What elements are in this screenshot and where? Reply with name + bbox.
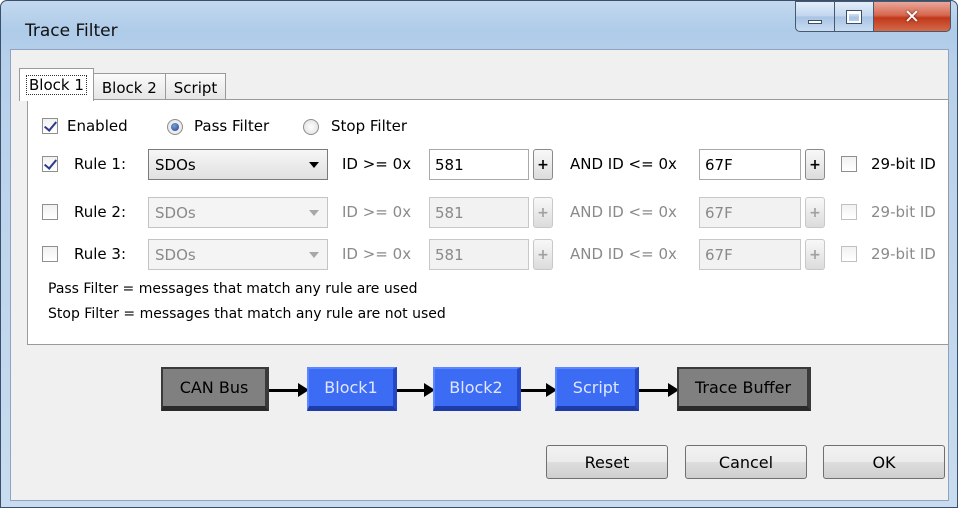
rule-2-ge-input[interactable]: 581 <box>429 197 529 228</box>
rule-1-type-select[interactable]: SDOs <box>148 149 328 180</box>
rule-2-le-input[interactable]: 67F <box>699 197 801 228</box>
tab-label: Block 2 <box>101 78 157 97</box>
rule-1-le-plus-button[interactable]: + <box>805 149 825 180</box>
enabled-label: Enabled <box>67 117 128 135</box>
rule-2-le-plus-button[interactable]: + <box>805 197 825 228</box>
pipeline-stage-script[interactable]: Script <box>555 367 639 411</box>
maximize-icon <box>846 9 862 24</box>
tab-label: Script <box>173 78 218 97</box>
tab-script[interactable]: Script <box>164 73 227 101</box>
rule-2-checkbox[interactable] <box>42 204 58 220</box>
rule-2-type-select[interactable]: SDOs <box>148 197 328 228</box>
rule-2-le-value: 67F <box>705 203 733 222</box>
rule-1-le-label: AND ID <= 0x <box>570 155 677 173</box>
maximize-button[interactable] <box>834 1 874 32</box>
minimize-button[interactable] <box>795 1 835 32</box>
pass-filter-label: Pass Filter <box>194 117 270 135</box>
tab-block-1[interactable]: Block 1 <box>19 68 94 101</box>
title-bar[interactable]: Trace Filter ✕ <box>1 1 957 49</box>
rule-2-type-value: SDOs <box>155 203 196 222</box>
rule-3-le-plus-button[interactable]: + <box>805 239 825 270</box>
rule-3-29bit-checkbox[interactable] <box>841 246 857 262</box>
rule-1-ge-plus-button[interactable]: + <box>533 149 553 180</box>
window-title: Trace Filter <box>25 21 118 41</box>
close-icon: ✕ <box>904 5 920 28</box>
tab-block-2[interactable]: Block 2 <box>92 73 166 101</box>
pipeline-stage-block2[interactable]: Block2 <box>433 367 521 411</box>
arrow-right-icon <box>639 383 679 397</box>
pass-filter-note: Pass Filter = messages that match any ru… <box>48 281 418 297</box>
rule-2-label: Rule 2: <box>74 203 127 221</box>
rule-2-ge-value: 581 <box>435 203 464 222</box>
minimize-icon <box>808 19 822 24</box>
rule-2-ge-plus-button[interactable]: + <box>533 197 553 228</box>
pipeline-stage-block1[interactable]: Block1 <box>307 367 397 411</box>
rule-3-29bit-label: 29-bit ID <box>871 245 936 263</box>
rule-1-29bit-label: 29-bit ID <box>871 155 936 173</box>
stop-filter-label: Stop Filter <box>331 117 408 135</box>
rule-2-ge-label: ID >= 0x <box>342 203 412 221</box>
rule-3-checkbox[interactable] <box>42 246 58 262</box>
rule-3-type-select[interactable]: SDOs <box>148 239 328 270</box>
chevron-down-icon <box>309 210 319 216</box>
arrow-right-icon <box>521 383 557 397</box>
rule-1-type-value: SDOs <box>155 155 196 174</box>
rule-1-le-value: 67F <box>705 155 733 174</box>
rule-3-type-value: SDOs <box>155 245 196 264</box>
chevron-down-icon <box>309 252 319 258</box>
stop-filter-note: Stop Filter = messages that match any ru… <box>48 306 446 322</box>
rule-3-ge-plus-button[interactable]: + <box>533 239 553 270</box>
rule-3-le-value: 67F <box>705 245 733 264</box>
rule-1-ge-label: ID >= 0x <box>342 155 412 173</box>
rule-1-label: Rule 1: <box>74 155 127 173</box>
rule-2-29bit-checkbox[interactable] <box>841 204 857 220</box>
rule-1-checkbox[interactable] <box>42 156 58 172</box>
rule-1-ge-value: 581 <box>435 155 464 174</box>
ok-button[interactable]: OK <box>823 445 945 479</box>
stop-filter-radio[interactable] <box>303 119 319 135</box>
reset-button[interactable]: Reset <box>546 445 668 479</box>
rule-3-le-label: AND ID <= 0x <box>570 245 677 263</box>
rule-2-29bit-label: 29-bit ID <box>871 203 936 221</box>
enabled-checkbox[interactable] <box>42 118 58 134</box>
pipeline-stage-trace-buffer: Trace Buffer <box>677 367 811 411</box>
tab-label: Block 1 <box>26 75 87 95</box>
rule-1-le-input[interactable]: 67F <box>699 149 801 180</box>
pipeline-stage-can-bus: CAN Bus <box>161 367 269 411</box>
rule-3-le-input[interactable]: 67F <box>699 239 801 270</box>
rule-3-ge-label: ID >= 0x <box>342 245 412 263</box>
rule-2-le-label: AND ID <= 0x <box>570 203 677 221</box>
rule-1-29bit-checkbox[interactable] <box>841 156 857 172</box>
cancel-button[interactable]: Cancel <box>685 445 807 479</box>
close-button[interactable]: ✕ <box>873 1 951 32</box>
rule-3-label: Rule 3: <box>74 245 127 263</box>
tab-strip: Block 1 Block 2 Script <box>19 67 227 101</box>
pass-filter-radio[interactable] <box>167 119 183 135</box>
rule-1-ge-input[interactable]: 581 <box>429 149 529 180</box>
arrow-right-icon <box>397 383 435 397</box>
trace-filter-window: Trace Filter ✕ Block 1 Block 2 Script En… <box>0 0 958 508</box>
rule-3-ge-input[interactable]: 581 <box>429 239 529 270</box>
chevron-down-icon <box>309 162 319 168</box>
rule-3-ge-value: 581 <box>435 245 464 264</box>
arrow-right-icon <box>269 383 309 397</box>
